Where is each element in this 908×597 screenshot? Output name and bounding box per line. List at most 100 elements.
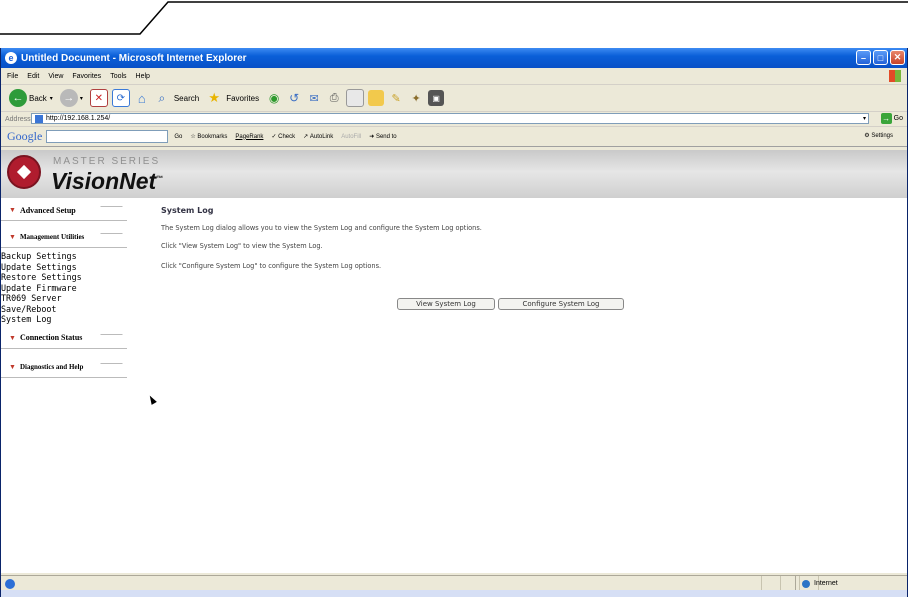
sidebar-nav: ▼ Advanced Setup ▼ Management Utilities …	[1, 198, 151, 573]
view-system-log-button[interactable]: View System Log	[397, 298, 495, 310]
bookmarks-label: Bookmarks	[197, 133, 228, 140]
instruction-view: Click "View System Log" to view the Syst…	[161, 242, 323, 250]
nav-section-advanced-setup[interactable]: ▼ Advanced Setup	[1, 200, 127, 221]
nav-link-system-log[interactable]: System Log	[1, 314, 151, 325]
nav-link-save-reboot[interactable]: Save/Reboot	[1, 304, 151, 315]
research-icon[interactable]: ✎	[388, 90, 404, 106]
brand-banner: MASTER SERIES VisionNet™	[1, 150, 907, 198]
maximize-button[interactable]: □	[873, 50, 888, 65]
address-label: Address	[5, 115, 31, 123]
close-button[interactable]: ✕	[890, 50, 905, 65]
back-label: Back	[29, 93, 47, 103]
menu-file[interactable]: File	[7, 73, 18, 80]
edit-icon[interactable]	[346, 89, 365, 107]
folder-icon[interactable]	[368, 90, 385, 106]
nav-section-diagnostics-help[interactable]: ▼ Diagnostics and Help	[1, 357, 127, 378]
toolbar-extra-icon[interactable]: ▣	[428, 90, 445, 106]
nav-link-tr069-server[interactable]: TR069 Server	[1, 293, 151, 304]
nav-section-management-utilities[interactable]: ▼ Management Utilities	[1, 227, 127, 248]
send-to-button[interactable]: ➜ Send to	[369, 133, 397, 141]
nav-section-connection-status[interactable]: ▼ Connection Status	[1, 328, 127, 349]
bookmarks-button[interactable]: ☆ Bookmarks	[190, 133, 228, 141]
search-icon: ⌕	[158, 90, 166, 105]
home-icon[interactable]: ⌂	[134, 90, 150, 106]
google-toolbar: Google Go ☆ Bookmarks PageRank ✓ Check ↗…	[1, 127, 907, 147]
pagerank-indicator[interactable]: PageRank	[235, 134, 263, 140]
favorites-button[interactable]: ★ Favorites	[206, 90, 259, 106]
spellcheck-button[interactable]: ✓ Check	[271, 133, 295, 141]
address-url: http://192.168.1.254/	[46, 115, 111, 122]
google-search-input[interactable]	[46, 130, 169, 143]
title-bar: e Untitled Document - Microsoft Internet…	[1, 48, 907, 68]
google-go-button[interactable]: Go	[174, 134, 182, 140]
collapse-triangle-icon: ▼	[9, 233, 16, 241]
page-title: System Log	[161, 206, 214, 215]
autolink-button[interactable]: ↗ AutoLink	[303, 133, 333, 141]
back-arrow-icon: ←	[9, 89, 27, 107]
nav-link-update-settings[interactable]: Update Settings	[1, 262, 151, 273]
settings-button[interactable]: ⚙ Settings	[864, 132, 893, 140]
address-bar: Address http://192.168.1.254/ ▾ → Go	[1, 112, 907, 127]
browser-window: e Untitled Document - Microsoft Internet…	[0, 48, 908, 597]
window-title: Untitled Document - Microsoft Internet E…	[21, 52, 247, 64]
security-zone: Internet	[795, 576, 907, 591]
google-go-label: Go	[174, 133, 183, 140]
back-dropdown-icon: ▾	[49, 95, 53, 102]
brand-wordmark: VisionNet	[51, 168, 157, 194]
send-to-label: Send to	[375, 133, 397, 140]
visionnet-logo-icon	[7, 155, 41, 189]
stop-icon[interactable]: ✕	[89, 89, 108, 107]
page-icon	[35, 114, 43, 123]
nav-link-update-firmware[interactable]: Update Firmware	[1, 283, 151, 294]
nav-link-restore-settings[interactable]: Restore Settings	[1, 272, 151, 283]
nav-link-backup-settings[interactable]: Backup Settings	[1, 251, 151, 262]
history-icon[interactable]: ↺	[286, 90, 302, 106]
forward-arrow-icon: →	[59, 89, 78, 107]
search-button[interactable]: ⌕ Search	[154, 90, 199, 106]
taskbar-strip	[1, 590, 907, 597]
back-button[interactable]: ← Back ▾	[9, 89, 53, 107]
globe-icon	[802, 579, 810, 588]
address-input[interactable]: http://192.168.1.254/ ▾	[31, 113, 869, 124]
menu-favorites[interactable]: Favorites	[72, 73, 101, 80]
refresh-icon[interactable]: ⟳	[111, 89, 130, 107]
nav-section-label: Connection Status	[19, 333, 83, 342]
nav-section-label: Diagnostics and Help	[19, 362, 84, 371]
go-button[interactable]: → Go	[880, 113, 903, 124]
page-description: The System Log dialog allows you to view…	[161, 224, 482, 232]
autofill-button[interactable]: AutoFill	[341, 134, 361, 140]
menu-bar: File Edit View Favorites Tools Help	[1, 68, 907, 85]
menu-edit[interactable]: Edit	[27, 73, 39, 80]
print-icon[interactable]: ⎙	[326, 90, 342, 106]
menu-view[interactable]: View	[48, 73, 63, 80]
favorites-label: Favorites	[226, 93, 260, 103]
nav-section-label: Management Utilities	[19, 233, 85, 241]
google-logo: Google	[7, 129, 43, 143]
star-icon: ★	[208, 90, 221, 105]
master-series-text: MASTER SERIES	[53, 156, 161, 167]
messenger-icon[interactable]: ✦	[408, 90, 424, 106]
status-bar: Internet	[1, 575, 907, 591]
windows-logo-icon	[889, 70, 901, 82]
management-links: Backup Settings Update Settings Restore …	[1, 248, 151, 328]
menu-help[interactable]: Help	[136, 73, 150, 80]
collapse-triangle-icon: ▼	[9, 362, 16, 371]
mail-icon[interactable]: ✉	[306, 90, 322, 106]
ie-app-icon: e	[5, 52, 17, 64]
zone-label: Internet	[814, 580, 838, 587]
search-label: Search	[173, 93, 200, 103]
tab-outline-decoration	[0, 1, 908, 35]
nav-section-label: Advanced Setup	[19, 205, 76, 215]
collapse-triangle-icon: ▼	[9, 206, 16, 214]
address-dropdown-icon[interactable]: ▾	[863, 115, 866, 122]
configure-system-log-button[interactable]: Configure System Log	[498, 298, 624, 310]
standard-toolbar: ← Back ▾ → ▾ ✕ ⟳ ⌂ ⌕ Search ★ Favorites …	[1, 85, 907, 112]
forward-dropdown-icon: ▾	[79, 95, 83, 102]
pagerank-label: PageRank	[235, 133, 264, 140]
menu-tools[interactable]: Tools	[110, 73, 126, 80]
autofill-label: AutoFill	[341, 133, 362, 140]
page-status-icon	[5, 578, 15, 589]
media-icon[interactable]: ◉	[266, 90, 282, 106]
forward-button[interactable]: → ▾	[59, 89, 83, 107]
minimize-button[interactable]: –	[856, 50, 871, 65]
